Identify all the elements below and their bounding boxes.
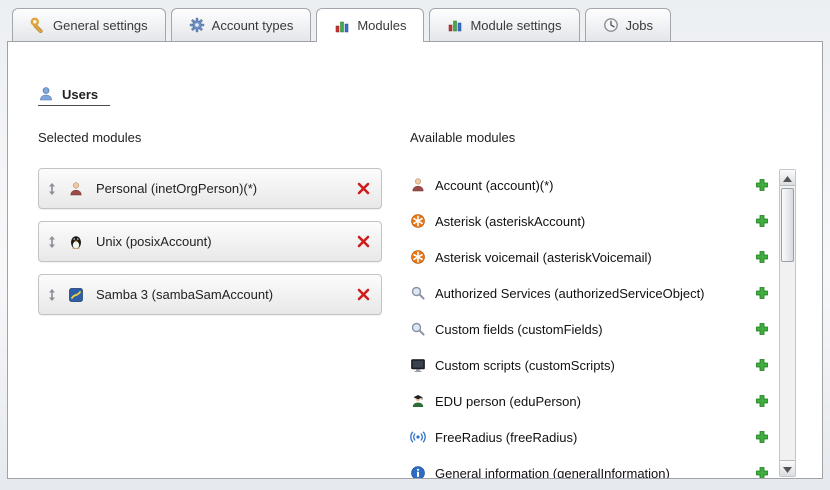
available-module-account: Account (account)(*)	[410, 167, 771, 203]
triangle-down-icon	[783, 461, 792, 476]
delete-icon[interactable]	[356, 287, 371, 302]
tab-label: Module settings	[470, 18, 561, 33]
available-module-general-information: General information (generalInformation)	[410, 455, 771, 479]
section-users-header: Users	[38, 86, 110, 106]
move-icon[interactable]	[47, 288, 59, 302]
chart-icon	[447, 17, 463, 33]
selected-module-label: Unix (posixAccount)	[96, 234, 356, 249]
selected-modules-column: Selected modules Personal (inetOrgPerson…	[38, 130, 382, 479]
script-icon	[410, 357, 426, 373]
available-module-label: EDU person (eduPerson)	[435, 394, 755, 409]
person-icon	[410, 177, 426, 193]
magnifier-icon	[410, 285, 426, 301]
tab-label: Jobs	[626, 18, 653, 33]
add-icon[interactable]	[755, 466, 769, 479]
tab-general-settings[interactable]: General settings	[12, 8, 166, 41]
tab-module-settings[interactable]: Module settings	[429, 8, 579, 41]
scrollbar-down-button[interactable]	[780, 460, 795, 476]
tab-bar: General settings Account types Modules M…	[0, 0, 830, 41]
add-icon[interactable]	[755, 322, 769, 336]
available-module-authorized-services: Authorized Services (authorizedServiceOb…	[410, 275, 771, 311]
available-module-label: Custom scripts (customScripts)	[435, 358, 755, 373]
delete-icon[interactable]	[356, 234, 371, 249]
scrollbar-thumb[interactable]	[781, 188, 794, 262]
info-icon	[410, 465, 426, 479]
scrollbar-up-button[interactable]	[780, 170, 795, 186]
tux-icon	[68, 234, 84, 250]
selected-module-label: Personal (inetOrgPerson)(*)	[96, 181, 356, 196]
add-icon[interactable]	[755, 178, 769, 192]
available-module-edu-person: EDU person (eduPerson)	[410, 383, 771, 419]
user-icon	[38, 86, 54, 102]
available-modules-list: Account (account)(*) Asterisk (asteriskA…	[410, 167, 771, 479]
tab-label: Account types	[212, 18, 294, 33]
add-icon[interactable]	[755, 250, 769, 264]
available-module-label: Asterisk (asteriskAccount)	[435, 214, 755, 229]
available-module-custom-fields: Custom fields (customFields)	[410, 311, 771, 347]
asterisk-icon	[410, 249, 426, 265]
tab-jobs[interactable]: Jobs	[585, 8, 671, 41]
add-icon[interactable]	[755, 430, 769, 444]
available-modules-column: Available modules Account (account)(*) A…	[410, 130, 771, 479]
wrench-icon	[30, 17, 46, 33]
clock-icon	[603, 17, 619, 33]
add-icon[interactable]	[755, 214, 769, 228]
available-module-custom-scripts: Custom scripts (customScripts)	[410, 347, 771, 383]
radius-icon	[410, 429, 426, 445]
selected-module-personal: Personal (inetOrgPerson)(*)	[38, 168, 382, 209]
tab-modules[interactable]: Modules	[316, 8, 424, 42]
available-module-label: General information (generalInformation)	[435, 466, 755, 480]
samba-icon	[68, 287, 84, 303]
modules-content: Users Selected modules Personal (inetOrg…	[8, 42, 822, 478]
tab-label: Modules	[357, 18, 406, 33]
available-module-asterisk-voicemail: Asterisk voicemail (asteriskVoicemail)	[410, 239, 771, 275]
selected-module-unix: Unix (posixAccount)	[38, 221, 382, 262]
section-title: Users	[62, 87, 98, 102]
gear-icon	[189, 17, 205, 33]
asterisk-icon	[410, 213, 426, 229]
available-module-label: FreeRadius (freeRadius)	[435, 430, 755, 445]
tab-label: General settings	[53, 18, 148, 33]
selected-module-label: Samba 3 (sambaSamAccount)	[96, 287, 356, 302]
available-module-label: Account (account)(*)	[435, 178, 755, 193]
triangle-up-icon	[783, 170, 792, 185]
available-modules-heading: Available modules	[410, 130, 771, 145]
available-module-label: Authorized Services (authorizedServiceOb…	[435, 286, 755, 301]
magnifier-icon	[410, 321, 426, 337]
move-icon[interactable]	[47, 235, 59, 249]
delete-icon[interactable]	[356, 181, 371, 196]
selected-modules-heading: Selected modules	[38, 130, 382, 145]
selected-module-samba3: Samba 3 (sambaSamAccount)	[38, 274, 382, 315]
content-panel: Users Selected modules Personal (inetOrg…	[7, 41, 823, 479]
move-icon[interactable]	[47, 182, 59, 196]
available-module-asterisk: Asterisk (asteriskAccount)	[410, 203, 771, 239]
tab-account-types[interactable]: Account types	[171, 8, 312, 41]
add-icon[interactable]	[755, 286, 769, 300]
available-module-freeradius: FreeRadius (freeRadius)	[410, 419, 771, 455]
modules-columns: Selected modules Personal (inetOrgPerson…	[38, 130, 796, 479]
available-module-label: Custom fields (customFields)	[435, 322, 755, 337]
available-module-label: Asterisk voicemail (asteriskVoicemail)	[435, 250, 755, 265]
scrollbar[interactable]	[779, 169, 796, 477]
add-icon[interactable]	[755, 358, 769, 372]
person-icon	[68, 181, 84, 197]
chart-icon	[334, 18, 350, 34]
selected-modules-list: Personal (inetOrgPerson)(*) Unix (posixA…	[38, 168, 382, 315]
edu-person-icon	[410, 393, 426, 409]
add-icon[interactable]	[755, 394, 769, 408]
